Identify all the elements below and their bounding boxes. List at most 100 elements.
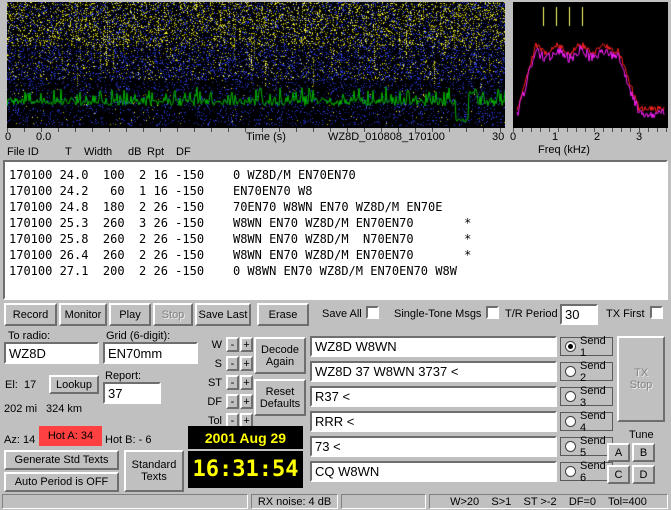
- time-axis-label: Time (s): [246, 131, 286, 144]
- reset-defaults-button[interactable]: Reset Defaults: [254, 379, 306, 416]
- message-1-input[interactable]: [310, 336, 557, 357]
- decode-line: 170100 24.0 100 2 16 -150 0 WZ8D/M EN70E…: [9, 167, 662, 183]
- send-2-radio: [565, 366, 576, 377]
- azimuth-label: Az: 14: [4, 434, 35, 447]
- auto-period-button[interactable]: Auto Period is OFF: [4, 472, 119, 492]
- spinner-st-plus-button[interactable]: +: [240, 375, 253, 390]
- spinner-df-plus-button[interactable]: +: [240, 394, 253, 409]
- tx-stop-line1: TX: [634, 367, 648, 379]
- send-6-radio: [565, 466, 576, 477]
- decode-col-rpt: Rpt: [147, 146, 164, 158]
- waterfall-canvas[interactable]: [7, 2, 505, 128]
- spinner-s-label: S: [198, 358, 222, 371]
- record-button[interactable]: Record: [4, 303, 57, 326]
- time-axis-origin-label: 0: [5, 131, 11, 144]
- report-input[interactable]: [103, 382, 161, 404]
- tx-first-checkbox[interactable]: [650, 306, 663, 319]
- send-4-button[interactable]: Send 4: [560, 412, 613, 431]
- decode-output: 170100 24.0 100 2 16 -150 0 WZ8D/M EN70E…: [3, 160, 668, 300]
- single-tone-msgs-checkbox[interactable]: [486, 306, 499, 319]
- rx-noise-panel: RX noise: 4 dB: [251, 494, 338, 509]
- decode-col-df: DF: [176, 146, 191, 158]
- freq-tick-2: 2: [594, 131, 600, 144]
- send-5-button[interactable]: Send 5: [560, 437, 613, 456]
- send-4-label: Send 4: [580, 410, 608, 434]
- spinner-w-minus-button[interactable]: -: [226, 337, 239, 352]
- hot-a-badge: Hot A: 34: [39, 426, 102, 446]
- freq-axis-ticks: [513, 128, 668, 132]
- decode-again-button[interactable]: Decode Again: [254, 337, 306, 374]
- tune-a-button[interactable]: A: [607, 443, 630, 462]
- freq-axis-label: Freq (kHz): [538, 144, 590, 157]
- generate-std-texts-button[interactable]: Generate Std Texts: [4, 450, 119, 470]
- decode-line: 170100 27.1 200 2 26 -150 0 W8WN EN70 WZ…: [9, 263, 662, 279]
- message-2-input[interactable]: [310, 361, 557, 382]
- send-5-radio: [565, 441, 576, 452]
- hot-b-label: Hot B: - 6: [105, 434, 151, 447]
- spectrogram-filename: WZ8D_010808_170100: [328, 131, 445, 144]
- tr-period-input[interactable]: [560, 304, 598, 325]
- tx-first-label: TX First: [606, 308, 645, 321]
- message-6-input[interactable]: [310, 461, 557, 482]
- to-radio-input[interactable]: [4, 342, 99, 364]
- tune-label: Tune: [629, 429, 654, 442]
- save-all-label: Save All: [322, 308, 362, 321]
- send-2-label: Send 2: [580, 360, 608, 384]
- decode-col-width: Width: [84, 146, 112, 158]
- decode-line: 170100 24.8 180 2 26 -150 70EN70 W8WN EN…: [9, 199, 662, 215]
- wsjt-window: 0 0.0 Time (s) WZ8D_010808_170100 30 0 1…: [0, 0, 671, 510]
- elevation-label: El: 17: [5, 379, 36, 392]
- send-2-button[interactable]: Send 2: [560, 362, 613, 381]
- send-3-radio: [565, 391, 576, 402]
- send-6-button[interactable]: Send 6: [560, 462, 613, 481]
- send-1-button[interactable]: Send 1: [560, 337, 613, 356]
- distance-mi-label: 202 mi: [4, 403, 37, 416]
- decode-col-db: dB: [128, 146, 141, 158]
- stop-button: Stop: [153, 303, 193, 326]
- save-all-checkbox[interactable]: [366, 306, 379, 319]
- freq-tick-0: 0: [510, 131, 516, 144]
- spectrum-canvas: [513, 2, 668, 128]
- tune-d-button[interactable]: D: [632, 465, 655, 484]
- decode-col-file-id: File ID: [7, 146, 39, 158]
- monitor-button[interactable]: Monitor: [59, 303, 107, 326]
- tune-c-button[interactable]: C: [607, 465, 630, 484]
- tune-b-button[interactable]: B: [632, 443, 655, 462]
- send-5-label: Send 5: [580, 435, 608, 459]
- time-axis-max-label: 30: [492, 131, 504, 144]
- standard-texts-button[interactable]: Standard Texts: [124, 450, 184, 492]
- freq-tick-1: 1: [552, 131, 558, 144]
- message-3-input[interactable]: [310, 386, 557, 407]
- spinner-s-minus-button[interactable]: -: [226, 356, 239, 371]
- send-1-label: Send 1: [580, 335, 608, 359]
- erase-button[interactable]: Erase: [257, 303, 309, 326]
- message-5-input[interactable]: [310, 436, 557, 457]
- decode-col-t: T: [65, 146, 72, 158]
- freq-tick-3: 3: [636, 131, 642, 144]
- decode-line: 170100 26.4 260 2 26 -150 W8WN EN70 WZ8D…: [9, 247, 662, 263]
- send-6-label: Send 6: [580, 460, 608, 484]
- date-display: 2001 Aug 29: [188, 426, 303, 449]
- decode-line: 170100 24.2 60 1 16 -150 EN70EN70 W8: [9, 183, 662, 199]
- spinner-w-plus-button[interactable]: +: [240, 337, 253, 352]
- save-last-button[interactable]: Save Last: [195, 303, 251, 326]
- decode-line: 170100 25.8 260 2 26 -150 W8WN EN70 WZ8D…: [9, 231, 662, 247]
- single-tone-msgs-label: Single-Tone Msgs: [394, 308, 481, 321]
- grid-input[interactable]: [103, 342, 198, 364]
- play-button[interactable]: Play: [109, 303, 151, 326]
- spinner-df-minus-button[interactable]: -: [226, 394, 239, 409]
- params-panel: W>20 S>1 ST >-2 DF=0 Tol=400: [429, 494, 668, 509]
- spinner-st-minus-button[interactable]: -: [226, 375, 239, 390]
- statusbar-panel-1: [2, 494, 248, 509]
- send-3-label: Send 3: [580, 385, 608, 409]
- send-1-radio: [565, 341, 576, 352]
- message-4-input[interactable]: [310, 411, 557, 432]
- spinner-w-label: W: [198, 339, 222, 352]
- statusbar-panel-3: [341, 494, 426, 509]
- time-cursor-label: 0.0: [36, 131, 51, 144]
- spinner-s-plus-button[interactable]: +: [240, 356, 253, 371]
- lookup-button[interactable]: Lookup: [49, 375, 99, 394]
- send-3-button[interactable]: Send 3: [560, 387, 613, 406]
- time-display: 16:31:54: [188, 451, 303, 488]
- send-4-radio: [565, 416, 576, 427]
